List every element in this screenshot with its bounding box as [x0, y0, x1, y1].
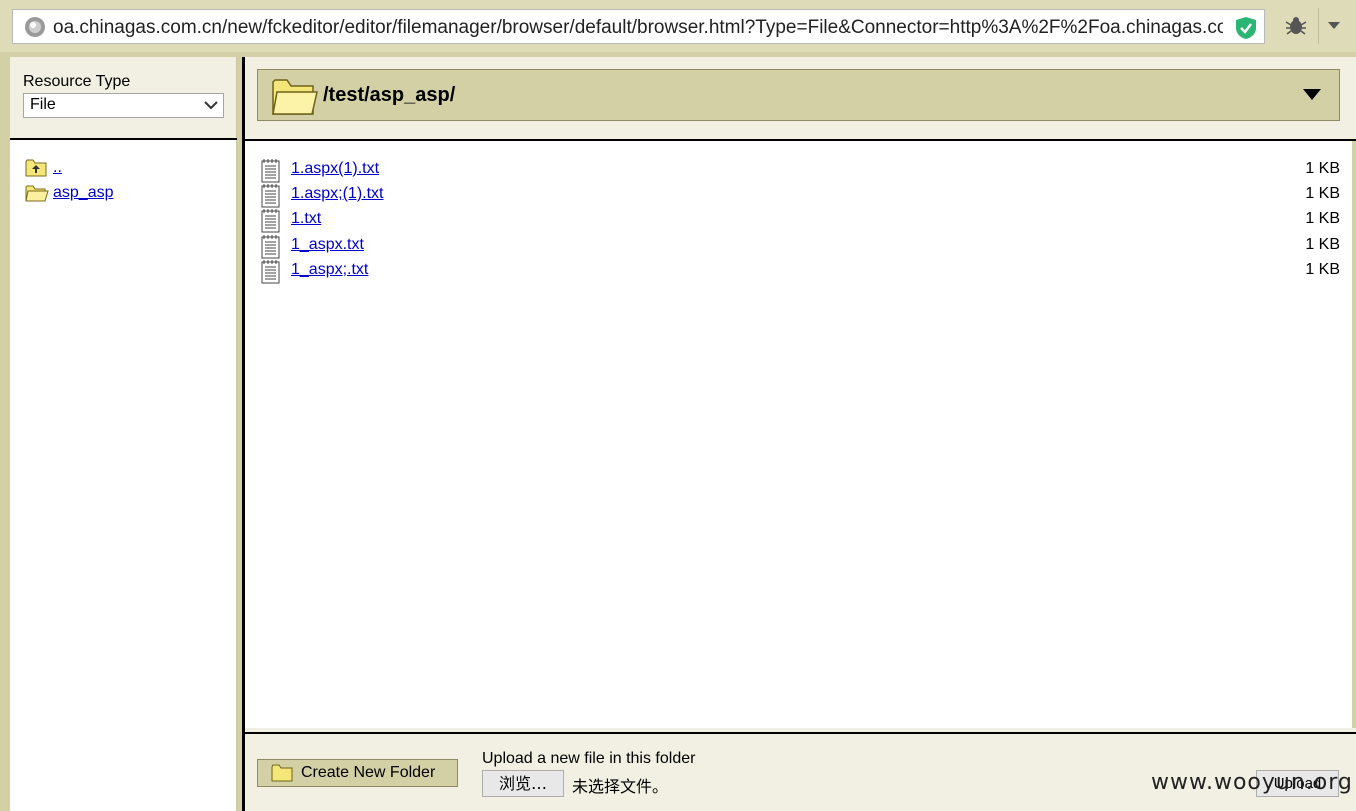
- file-link[interactable]: 1.aspx(1).txt: [291, 160, 379, 178]
- resource-type-label: Resource Type: [23, 73, 131, 90]
- text-file-icon: [261, 159, 280, 183]
- create-new-folder-button[interactable]: Create New Folder: [257, 759, 458, 787]
- upload-label: Upload a new file in this folder: [482, 750, 696, 767]
- text-file-icon: [261, 235, 280, 259]
- text-file-icon: [261, 184, 280, 208]
- current-folder-path: /test/asp_asp/: [323, 84, 456, 106]
- folder-tree-item-parent[interactable]: ..: [25, 157, 62, 179]
- folder-up-icon: [25, 159, 47, 177]
- folder-tree-link[interactable]: ..: [53, 159, 62, 177]
- browse-button[interactable]: 浏览…: [482, 770, 564, 797]
- no-file-selected-text: 未选择文件。: [572, 777, 669, 796]
- file-row[interactable]: 1.aspx(1).txt 1 KB: [260, 158, 1340, 183]
- file-size: 1 KB: [1305, 160, 1340, 177]
- folder-tree-item-asp-asp[interactable]: asp_asp: [25, 182, 114, 204]
- folder-tree: .. asp_asp: [10, 140, 237, 811]
- current-folder-header: /test/asp_asp/: [245, 57, 1356, 139]
- file-row[interactable]: 1.aspx;(1).txt 1 KB: [260, 183, 1340, 208]
- address-dropdown-button[interactable]: [1318, 8, 1348, 44]
- text-file-icon: [261, 209, 280, 233]
- address-bar-area: oa.chinagas.com.cn/new/fckeditor/editor/…: [0, 0, 1356, 52]
- file-size: 1 KB: [1305, 185, 1340, 202]
- create-new-folder-label: Create New Folder: [301, 764, 436, 781]
- chevron-down-icon: [204, 101, 218, 110]
- bug-icon[interactable]: [1283, 14, 1309, 38]
- url-text[interactable]: oa.chinagas.com.cn/new/fckeditor/editor/…: [53, 16, 1223, 40]
- file-size: 1 KB: [1305, 261, 1340, 278]
- globe-icon: [25, 17, 45, 37]
- folder-tree-link[interactable]: asp_asp: [53, 184, 114, 202]
- file-link[interactable]: 1_aspx.txt: [291, 236, 364, 254]
- resource-type-panel: Resource Type File: [10, 57, 237, 138]
- text-file-icon: [261, 260, 280, 284]
- file-row[interactable]: 1_aspx;.txt 1 KB: [260, 259, 1340, 284]
- current-folder-bar[interactable]: /test/asp_asp/: [257, 69, 1340, 121]
- open-folder-icon: [272, 79, 318, 115]
- folder-icon: [271, 764, 293, 782]
- caret-down-icon[interactable]: [1303, 89, 1321, 100]
- file-link[interactable]: 1_aspx;.txt: [291, 261, 368, 279]
- address-bar[interactable]: oa.chinagas.com.cn/new/fckeditor/editor/…: [12, 9, 1265, 44]
- file-row[interactable]: 1_aspx.txt 1 KB: [260, 234, 1340, 259]
- watermark: www.wooyun.org: [1151, 770, 1353, 795]
- file-list: 1.aspx(1).txt 1 KB 1.aspx;(1).txt 1 KB 1…: [245, 141, 1352, 728]
- chevron-down-icon: [1328, 22, 1340, 29]
- security-shield-icon[interactable]: [1235, 16, 1257, 40]
- resource-type-value: File: [30, 96, 56, 113]
- file-size: 1 KB: [1305, 210, 1340, 227]
- file-size: 1 KB: [1305, 236, 1340, 253]
- file-link[interactable]: 1.txt: [291, 210, 321, 228]
- resource-type-select[interactable]: File: [23, 93, 224, 118]
- file-row[interactable]: 1.txt 1 KB: [260, 208, 1340, 233]
- folder-icon: [25, 185, 49, 202]
- file-link[interactable]: 1.aspx;(1).txt: [291, 185, 383, 203]
